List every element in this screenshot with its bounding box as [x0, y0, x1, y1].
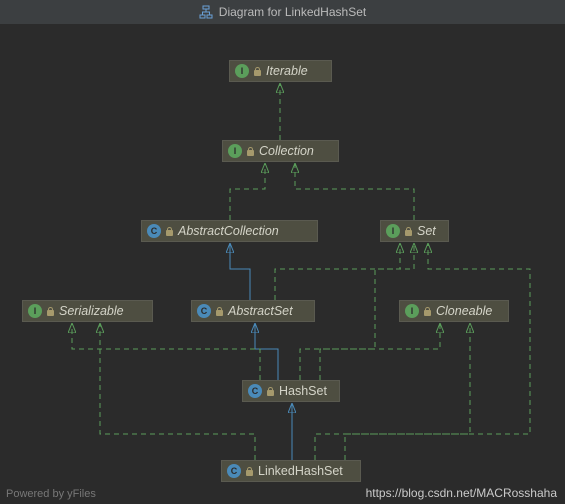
class-icon: C — [227, 464, 241, 478]
node-linkedhashset[interactable]: C LinkedHashSet — [221, 460, 361, 482]
interface-icon: I — [405, 304, 419, 318]
interface-icon: I — [235, 64, 249, 78]
edge-linkedhashset-serializable — [100, 324, 255, 460]
node-label: LinkedHashSet — [258, 464, 343, 478]
watermark-text: https://blog.csdn.net/MACRosshaha — [366, 486, 557, 500]
node-abstractset[interactable]: C AbstractSet — [191, 300, 315, 322]
edge-abstractset-abstractcollection — [230, 244, 250, 300]
title-bar: Diagram for LinkedHashSet — [0, 0, 565, 25]
class-icon: C — [147, 224, 161, 238]
node-cloneable[interactable]: I Cloneable — [399, 300, 509, 322]
node-serializable[interactable]: I Serializable — [22, 300, 153, 322]
node-label: Iterable — [266, 64, 308, 78]
interface-icon: I — [386, 224, 400, 238]
node-set[interactable]: I Set — [380, 220, 449, 242]
lock-icon — [267, 387, 274, 396]
node-label: Serializable — [59, 304, 124, 318]
lock-icon — [247, 147, 254, 156]
interface-icon: I — [28, 304, 42, 318]
node-label: Set — [417, 224, 436, 238]
edge-hashset-set — [300, 244, 414, 380]
edge-hashset-serializable — [72, 324, 260, 380]
node-hashset[interactable]: C HashSet — [242, 380, 340, 402]
edge-abstractcollection-collection — [230, 164, 265, 220]
edge-linkedhashset-set — [315, 244, 530, 460]
edge-hashset-cloneable — [320, 324, 440, 380]
lock-icon — [246, 467, 253, 476]
powered-by-label: Powered by yFiles — [6, 488, 96, 500]
class-icon: C — [197, 304, 211, 318]
node-label: Cloneable — [436, 304, 492, 318]
lock-icon — [254, 67, 261, 76]
edge-linkedhashset-cloneable — [345, 324, 470, 460]
edge-hashset-abstractset — [255, 324, 278, 380]
lock-icon — [424, 307, 431, 316]
node-label: AbstractSet — [228, 304, 293, 318]
edge-abstractset-set — [275, 244, 400, 300]
class-icon: C — [248, 384, 262, 398]
node-label: HashSet — [279, 384, 327, 398]
node-iterable[interactable]: I Iterable — [229, 60, 332, 82]
diagram-icon — [199, 5, 213, 19]
title-text: Diagram for LinkedHashSet — [219, 5, 366, 19]
interface-icon: I — [228, 144, 242, 158]
node-label: Collection — [259, 144, 314, 158]
node-abstractcollection[interactable]: C AbstractCollection — [141, 220, 318, 242]
lock-icon — [216, 307, 223, 316]
edge-set-collection — [295, 164, 414, 220]
lock-icon — [166, 227, 173, 236]
node-collection[interactable]: I Collection — [222, 140, 339, 162]
node-label: AbstractCollection — [178, 224, 279, 238]
lock-icon — [405, 227, 412, 236]
edges-layer — [0, 24, 565, 504]
diagram-canvas[interactable]: I Iterable I Collection C AbstractCollec… — [0, 24, 565, 504]
lock-icon — [47, 307, 54, 316]
